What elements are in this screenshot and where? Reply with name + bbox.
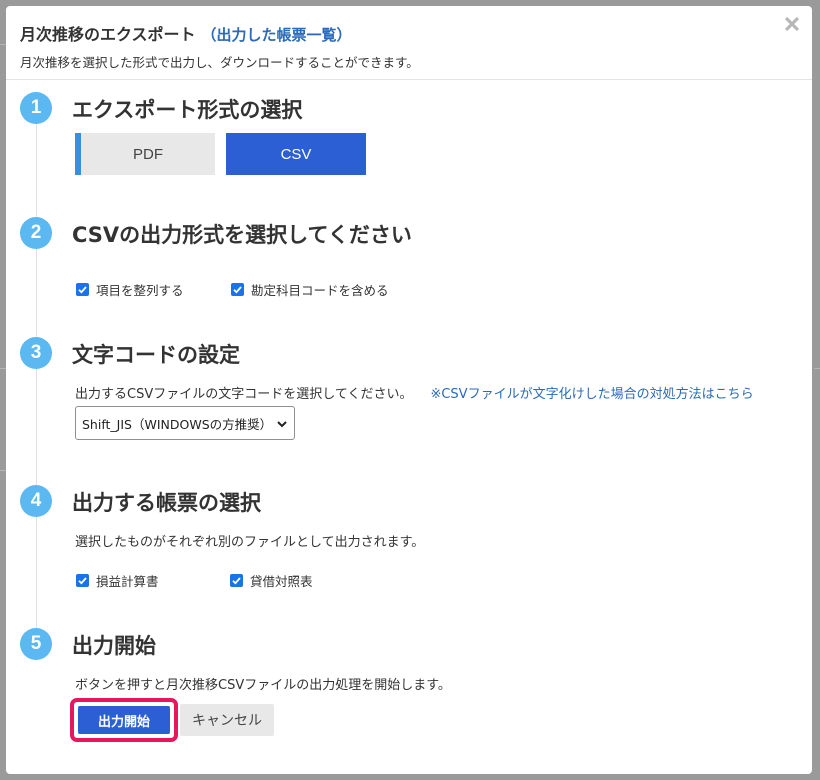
encoding-description: 出力するCSVファイルの文字コードを選択してください。 ※CSVファイルが文字化け…: [75, 383, 754, 402]
close-button[interactable]: [782, 14, 802, 34]
start-button-highlight: 出力開始: [70, 698, 178, 742]
checkbox-checked-icon: [76, 574, 89, 587]
chevron-down-icon: [277, 421, 287, 428]
balance-sheet-checkbox[interactable]: 貸借対照表: [230, 571, 313, 590]
background-divider: [814, 368, 820, 369]
step-5-title: 出力開始: [72, 634, 156, 658]
encoding-selected-value: Shift_JIS（WINDOWSの方推奨）: [82, 416, 273, 432]
start-description: ボタンを押すと月次推移CSVファイルの出力処理を開始します。: [75, 678, 451, 693]
step-3-number: 3: [20, 337, 52, 369]
checkbox-checked-icon: [230, 574, 243, 587]
reports-description: 選択したものがそれぞれ別のファイルとして出力されます。: [75, 535, 425, 550]
step-2-title: CSVの出力形式を選択してください: [72, 223, 412, 247]
format-pdf-button[interactable]: PDF: [75, 133, 215, 175]
step-timeline: [36, 106, 37, 646]
encoding-description-text: 出力するCSVファイルの文字コードを選択してください。: [75, 387, 413, 402]
income-statement-label: 損益計算書: [96, 574, 159, 589]
modal-header: 月次推移のエクスポート （出力した帳票一覧） 月次推移を選択した形式で出力し、ダウ…: [6, 6, 812, 80]
format-csv-button[interactable]: CSV: [226, 133, 366, 175]
modal-subtitle: 月次推移を選択した形式で出力し、ダウンロードすることができます。: [20, 55, 419, 70]
balance-sheet-label: 貸借対照表: [250, 574, 313, 589]
garbled-text-help-link[interactable]: ※CSVファイルが文字化けした場合の対処方法はこちら: [430, 387, 753, 402]
include-account-code-label: 勘定科目コードを含める: [251, 283, 389, 298]
income-statement-checkbox[interactable]: 損益計算書: [76, 571, 159, 590]
step-2-number: 2: [20, 217, 52, 249]
step-4-number: 4: [20, 485, 52, 517]
checkbox-checked-icon: [76, 283, 89, 296]
step-4-title: 出力する帳票の選択: [72, 491, 261, 515]
checkbox-checked-icon: [231, 283, 244, 296]
report-list-link[interactable]: （出力した帳票一覧）: [202, 26, 352, 44]
step-1-title: エクスポート形式の選択: [72, 98, 303, 122]
close-icon: [785, 17, 799, 31]
cancel-button[interactable]: キャンセル: [180, 704, 274, 736]
align-items-checkbox[interactable]: 項目を整列する: [76, 280, 184, 299]
modal-title-text: 月次推移のエクスポート: [20, 25, 196, 44]
encoding-select[interactable]: Shift_JIS（WINDOWSの方推奨）: [75, 406, 295, 440]
step-5-number: 5: [20, 628, 52, 660]
step-1-number: 1: [20, 92, 52, 124]
step-3-title: 文字コードの設定: [72, 343, 240, 367]
include-account-code-checkbox[interactable]: 勘定科目コードを含める: [231, 280, 389, 299]
align-items-label: 項目を整列する: [96, 283, 184, 298]
export-modal: 月次推移のエクスポート （出力した帳票一覧） 月次推移を選択した形式で出力し、ダウ…: [6, 6, 812, 774]
start-export-button[interactable]: 出力開始: [78, 706, 170, 734]
modal-title: 月次推移のエクスポート （出力した帳票一覧）: [20, 21, 352, 45]
